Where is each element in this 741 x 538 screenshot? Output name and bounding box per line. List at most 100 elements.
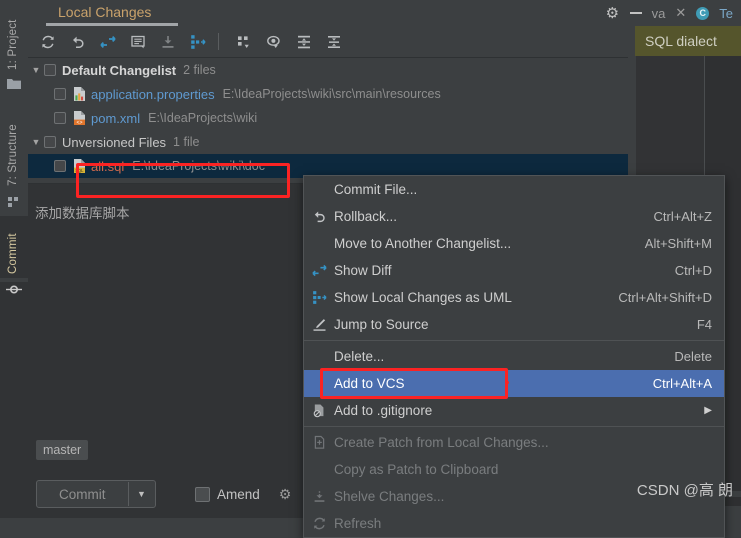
changelist-file-count: 2 files [183, 63, 216, 77]
properties-file-icon [72, 86, 87, 102]
structure-icon [0, 196, 28, 211]
menu-item-add-to-gitignore[interactable]: Add to .gitignore ▶ [304, 397, 724, 424]
commit-button[interactable]: Commit ▼ [36, 480, 156, 508]
menu-item-accelerator: Ctrl+D [674, 263, 712, 278]
class-icon: C [696, 6, 710, 20]
file-path: E:\IdeaProjects\wiki\doc [132, 159, 265, 173]
changelist-name: Unversioned Files [62, 134, 167, 150]
menu-item-label: Delete... [334, 349, 385, 364]
sidebar-item-project[interactable]: 1: Project [0, 4, 28, 74]
minimize-icon[interactable] [629, 12, 642, 14]
menu-separator [304, 340, 724, 341]
menu-item-show-local-changes-as-uml[interactable]: Show Local Changes as UML Ctrl+Alt+Shift… [304, 284, 724, 311]
watermark: CSDN @高 朗 [636, 482, 733, 499]
expand-all-icon[interactable] [292, 30, 316, 53]
group-by-icon[interactable] [232, 30, 256, 53]
changelist-row-unversioned[interactable]: ▼ Unversioned Files 1 file [28, 130, 628, 154]
menu-item-label: Add to .gitignore [334, 403, 433, 418]
menu-item-show-diff[interactable]: Show Diff Ctrl+D [304, 257, 724, 284]
commit-pane-left-gutter [0, 296, 28, 518]
branch-chip: master [36, 440, 89, 460]
chevron-down-icon[interactable]: ▼ [129, 489, 155, 499]
rollback-icon[interactable] [66, 30, 90, 53]
menu-separator [304, 426, 724, 427]
ide-window: 1: Project 7: Structure Commit Local Cha… [0, 0, 741, 538]
maven-xml-file-icon: <> [72, 110, 87, 126]
changelist-row-default[interactable]: ▼ Default Changelist 2 files [28, 58, 628, 82]
submenu-arrow-icon: ▶ [704, 405, 712, 416]
menu-item-label: Show Local Changes as UML [334, 290, 512, 305]
file-path: E:\IdeaProjects\wiki\src\main\resources [222, 87, 441, 101]
menu-item-label: Jump to Source [334, 317, 429, 332]
menu-item-accelerator: Ctrl+Alt+A [652, 376, 712, 391]
gear-icon[interactable] [606, 6, 620, 20]
local-changes-toolbar [28, 26, 628, 58]
file-name[interactable]: all.sql [91, 159, 124, 174]
sidebar-item-label: 1: Project [7, 19, 19, 70]
file-checkbox[interactable] [54, 112, 66, 124]
collapse-all-icon[interactable] [322, 30, 346, 53]
amend-option[interactable]: Amend ⚙ [195, 486, 291, 503]
preview-icon[interactable] [262, 30, 286, 53]
menu-item-jump-to-source[interactable]: Jump to Source F4 [304, 311, 724, 338]
changelist-name: Default Changelist [62, 62, 177, 78]
menu-item-label: Show Diff [334, 263, 392, 278]
gear-icon[interactable]: ⚙ [279, 486, 292, 503]
editor-tab2-truncated-label[interactable]: Te [719, 6, 735, 21]
menu-item-label: Refresh [334, 516, 382, 531]
commit-message-input[interactable]: 添加数据库脚本 [35, 202, 130, 222]
menu-item-move-to-changelist[interactable]: Move to Another Changelist... Alt+Shift+… [304, 230, 724, 257]
close-icon[interactable]: ✕ [675, 5, 686, 21]
show-diff-icon[interactable] [96, 30, 120, 53]
sidebar-item-label: 7: Structure [7, 124, 19, 186]
changelist-checkbox[interactable] [44, 64, 56, 76]
refresh-icon[interactable] [36, 30, 60, 53]
toolbar-separator [218, 33, 219, 50]
show-diff-icon [304, 263, 334, 278]
shelve-icon [304, 489, 334, 504]
sidebar-item-commit[interactable]: Commit [0, 216, 28, 278]
annotation-dot [506, 381, 509, 384]
shelve-icon[interactable] [156, 30, 180, 53]
menu-item-delete[interactable]: Delete... Delete [304, 343, 724, 370]
menu-item-accelerator: Delete [674, 349, 712, 364]
menu-item-label: Copy as Patch to Clipboard [334, 462, 499, 477]
uml-icon [304, 290, 334, 305]
chevron-down-icon[interactable]: ▼ [28, 65, 44, 75]
menu-item-create-patch: Create Patch from Local Changes... [304, 429, 724, 456]
uml-icon[interactable] [186, 30, 210, 53]
menu-item-accelerator: Ctrl+Alt+Shift+D [618, 290, 712, 305]
patch-icon [304, 435, 334, 450]
menu-item-label: Rollback... [334, 209, 398, 224]
amend-label: Amend [217, 487, 260, 502]
table-row[interactable]: application.properties E:\IdeaProjects\w… [28, 82, 628, 106]
menu-item-label: Add to VCS [334, 376, 405, 391]
chevron-down-icon[interactable]: ▼ [28, 137, 44, 147]
table-row[interactable]: <> pom.xml E:\IdeaProjects\wiki [28, 106, 628, 130]
svg-text:SQL: SQL [75, 168, 84, 174]
menu-item-refresh: Refresh [304, 510, 724, 537]
file-path: E:\IdeaProjects\wiki [148, 111, 258, 125]
commit-message-icon[interactable] [126, 30, 150, 53]
editor-tab-truncated-label[interactable]: va [652, 6, 666, 21]
file-checkbox[interactable] [54, 160, 66, 172]
file-checkbox[interactable] [54, 88, 66, 100]
amend-checkbox[interactable] [195, 487, 210, 502]
jump-to-source-icon [304, 317, 334, 332]
sql-dialect-notification[interactable]: SQL dialect [635, 26, 741, 56]
sidebar-item-structure[interactable]: 7: Structure [0, 100, 28, 190]
commit-button-label: Commit [59, 486, 106, 502]
project-folder-icon [0, 78, 28, 93]
menu-item-commit-file[interactable]: Commit File... [304, 176, 724, 203]
file-name[interactable]: pom.xml [91, 111, 140, 126]
svg-text:<>: <> [76, 120, 82, 126]
menu-item-accelerator: Alt+Shift+M [644, 236, 712, 251]
menu-item-accelerator: Ctrl+Alt+Z [653, 209, 712, 224]
menu-item-add-to-vcs[interactable]: Add to VCS Ctrl+Alt+A [304, 370, 724, 397]
local-changes-tree[interactable]: ▼ Default Changelist 2 files application… [28, 58, 628, 183]
sidebar-item-label: Commit [7, 233, 19, 274]
changelist-checkbox[interactable] [44, 136, 56, 148]
file-name[interactable]: application.properties [91, 87, 215, 102]
changelist-file-count: 1 file [173, 135, 200, 149]
menu-item-rollback[interactable]: Rollback... Ctrl+Alt+Z [304, 203, 724, 230]
